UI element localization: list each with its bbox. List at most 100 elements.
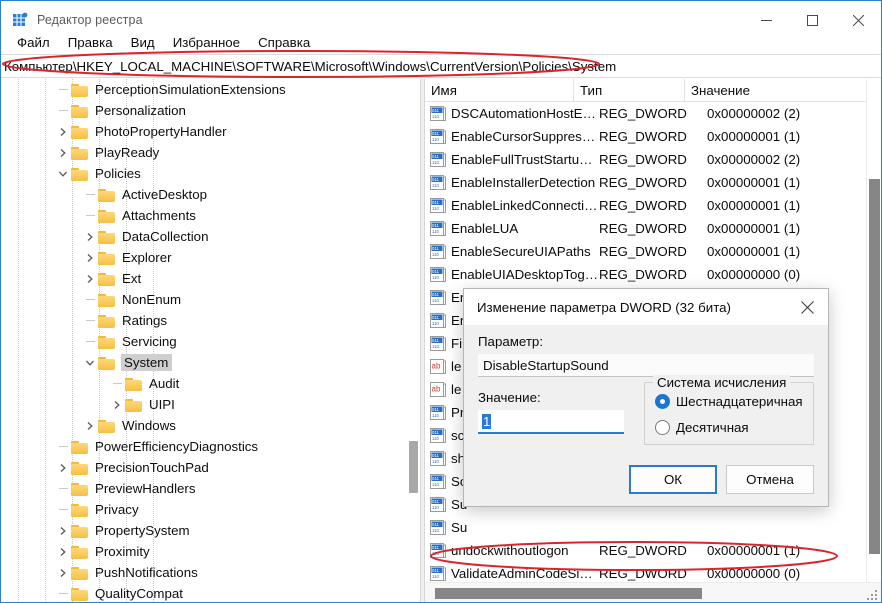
tree-item[interactable]: PushNotifications: [1, 562, 401, 583]
svg-text:011: 011: [432, 292, 440, 297]
tree-branch-line: [109, 373, 125, 394]
svg-text:110: 110: [432, 436, 440, 441]
radio-hexadecimal[interactable]: Шестнадцатеричная: [655, 394, 803, 409]
dialog-close-icon[interactable]: [786, 289, 828, 325]
table-row[interactable]: 011110EnableLUAREG_DWORD0x00000001 (1): [425, 217, 866, 240]
tree-item-label: Privacy: [95, 502, 143, 517]
list-vertical-scrollbar[interactable]: [866, 79, 881, 582]
list-scrollbar-thumb[interactable]: [869, 179, 880, 554]
tree-item-label: ActiveDesktop: [122, 187, 211, 202]
ok-button[interactable]: ОК: [629, 465, 717, 494]
folder-icon: [71, 587, 89, 601]
address-path[interactable]: Компьютер\HKEY_LOCAL_MACHINE\SOFTWARE\Mi…: [1, 59, 616, 74]
table-row[interactable]: 011110EnableUIADesktopToggleREG_DWORD0x0…: [425, 263, 866, 286]
tree-item[interactable]: PreviewHandlers: [1, 478, 401, 499]
tree-vertical-scrollbar[interactable]: [407, 79, 420, 603]
tree-branch-line: [55, 100, 71, 121]
svg-text:011: 011: [432, 200, 440, 205]
dword-icon: 011110: [430, 336, 446, 351]
tree-item[interactable]: PrecisionTouchPad: [1, 457, 401, 478]
menu-bar: Файл Правка Вид Избранное Справка: [1, 30, 881, 54]
tree-item[interactable]: NonEnum: [1, 289, 401, 310]
tree-item[interactable]: Ratings: [1, 310, 401, 331]
folder-icon: [71, 503, 89, 517]
table-row[interactable]: 011110EnableCursorSuppressionREG_DWORD0x…: [425, 125, 866, 148]
value-data-input[interactable]: 1: [478, 410, 624, 434]
cancel-button[interactable]: Отмена: [726, 465, 814, 494]
table-row[interactable]: 011110DSCAutomationHostEna...REG_DWORD0x…: [425, 102, 866, 125]
tree-item[interactable]: DataCollection: [1, 226, 401, 247]
menu-favorites[interactable]: Избранное: [164, 32, 249, 53]
registry-tree[interactable]: PerceptionSimulationExtensionsPersonaliz…: [1, 79, 401, 603]
column-header-type[interactable]: Тип: [574, 83, 684, 98]
svg-text:110: 110: [432, 528, 440, 533]
tree-item[interactable]: Ext: [1, 268, 401, 289]
chevron-right-icon[interactable]: [82, 415, 98, 436]
svg-text:110: 110: [432, 505, 440, 510]
tree-branch-line: [82, 205, 98, 226]
dword-icon: 011110: [430, 244, 446, 259]
chevron-right-icon[interactable]: [82, 268, 98, 289]
chevron-right-icon[interactable]: [82, 226, 98, 247]
resize-grip-icon[interactable]: [866, 588, 878, 600]
tree-item[interactable]: Policies: [1, 163, 401, 184]
tree-item[interactable]: Personalization: [1, 100, 401, 121]
column-header-name[interactable]: Имя: [425, 83, 573, 98]
tree-item[interactable]: Audit: [1, 373, 401, 394]
tree-item[interactable]: PowerEfficiencyDiagnostics: [1, 436, 401, 457]
table-row[interactable]: 011110EnableFullTrustStartupTas...REG_DW…: [425, 148, 866, 171]
column-header-value[interactable]: Значение: [685, 83, 881, 98]
menu-file[interactable]: Файл: [8, 32, 59, 53]
folder-icon: [125, 398, 143, 412]
tree-item-label: Audit: [149, 376, 183, 391]
tree-item[interactable]: PropertySystem: [1, 520, 401, 541]
tree-item[interactable]: Servicing: [1, 331, 401, 352]
list-hscrollbar-thumb[interactable]: [435, 588, 702, 599]
table-row[interactable]: 011110EnableInstallerDetectionREG_DWORD0…: [425, 171, 866, 194]
tree-item[interactable]: QualityCompat: [1, 583, 401, 603]
chevron-right-icon[interactable]: [55, 541, 71, 562]
menu-edit[interactable]: Правка: [59, 32, 122, 53]
table-row[interactable]: 011110Su: [425, 516, 866, 539]
tree-item[interactable]: ActiveDesktop: [1, 184, 401, 205]
tree-item[interactable]: Attachments: [1, 205, 401, 226]
tree-item[interactable]: PlayReady: [1, 142, 401, 163]
chevron-right-icon[interactable]: [55, 142, 71, 163]
param-name-input[interactable]: [478, 354, 814, 377]
tree-item[interactable]: Windows: [1, 415, 401, 436]
tree-scrollbar-thumb[interactable]: [409, 441, 418, 493]
table-row[interactable]: 011110EnableLinkedConnectionsREG_DWORD0x…: [425, 194, 866, 217]
tree-item[interactable]: System: [1, 352, 401, 373]
svg-text:110: 110: [432, 482, 440, 487]
chevron-down-icon[interactable]: [55, 163, 71, 184]
chevron-right-icon[interactable]: [55, 520, 71, 541]
chevron-right-icon[interactable]: [82, 247, 98, 268]
dword-icon: 011110: [430, 543, 446, 558]
tree-item[interactable]: Proximity: [1, 541, 401, 562]
registry-tree-pane[interactable]: PerceptionSimulationExtensionsPersonaliz…: [1, 79, 420, 603]
chevron-right-icon[interactable]: [55, 457, 71, 478]
table-row[interactable]: 011110undockwithoutlogonREG_DWORD0x00000…: [425, 539, 866, 562]
tree-item[interactable]: Explorer: [1, 247, 401, 268]
menu-help[interactable]: Справка: [249, 32, 319, 53]
tree-item[interactable]: PhotoPropertyHandler: [1, 121, 401, 142]
svg-text:011: 011: [432, 154, 440, 159]
radio-decimal[interactable]: Десятичная: [655, 420, 803, 435]
address-bar[interactable]: Компьютер\HKEY_LOCAL_MACHINE\SOFTWARE\Mi…: [1, 54, 881, 78]
table-row[interactable]: 011110EnableSecureUIAPathsREG_DWORD0x000…: [425, 240, 866, 263]
value-data-text[interactable]: 1: [482, 414, 491, 429]
tree-item[interactable]: PerceptionSimulationExtensions: [1, 79, 401, 100]
folder-icon: [98, 419, 116, 433]
tree-item-label: PowerEfficiencyDiagnostics: [95, 439, 262, 454]
chevron-right-icon[interactable]: [109, 394, 125, 415]
list-horizontal-scrollbar[interactable]: [425, 582, 881, 603]
chevron-down-icon[interactable]: [82, 352, 98, 373]
tree-item[interactable]: Privacy: [1, 499, 401, 520]
menu-view[interactable]: Вид: [122, 32, 164, 53]
chevron-right-icon[interactable]: [55, 121, 71, 142]
chevron-right-icon[interactable]: [55, 562, 71, 583]
tree-item[interactable]: UIPI: [1, 394, 401, 415]
svg-text:011: 011: [432, 246, 440, 251]
svg-text:ab: ab: [432, 385, 441, 394]
cell-name: EnableCursorSuppression: [451, 129, 599, 144]
